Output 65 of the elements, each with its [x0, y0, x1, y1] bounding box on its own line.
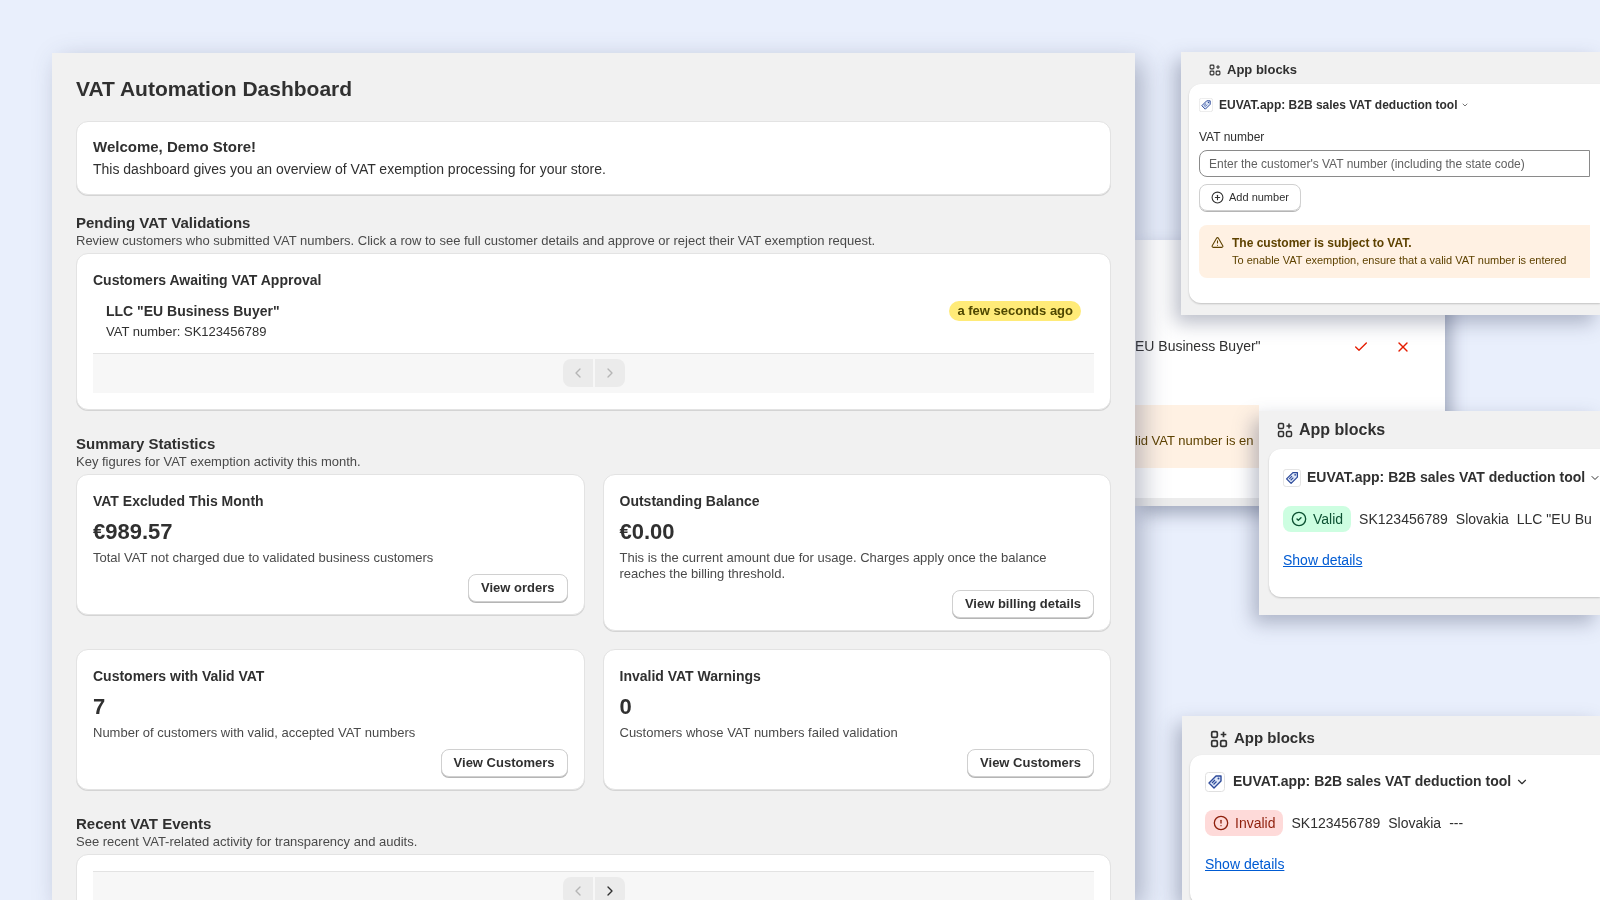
vat-detail-text: Slovakia [1455, 509, 1509, 529]
plus-icon [1211, 191, 1224, 204]
vat-detail-text: Slovakia [1388, 813, 1442, 833]
vat-number-field[interactable]: Enter the customer's VAT number (including the state code) [1199, 150, 1590, 177]
stat-action-button[interactable]: View Customers [967, 748, 1094, 777]
section-description: See recent VAT-related activity for transparency and audits. [76, 832, 419, 850]
stat-value: €0.00 [619, 517, 676, 546]
time-badge: a few seconds ago [949, 300, 1081, 321]
show-details-link[interactable]: Show details [1205, 854, 1285, 875]
section-title: Summary Statistics [76, 433, 217, 453]
check-circle-icon [1291, 511, 1307, 527]
tag-icon [1205, 771, 1225, 792]
stat-title: Outstanding Balance [619, 491, 761, 511]
stat-value: 0 [619, 692, 633, 721]
vat-detail-text: SK123456789 [1359, 509, 1448, 529]
warning-icon [1211, 236, 1224, 249]
warning-title: The customer is subject to VAT. [1232, 235, 1413, 252]
stat-action-button[interactable]: View orders [468, 573, 568, 602]
stat-description: Number of customers with valid, accepted VAT numbers [93, 724, 417, 741]
vat-number: VAT number: SK123456789 [106, 322, 268, 341]
stat-description: Customers whose VAT numbers failed validation [619, 724, 899, 741]
card-title: Customers Awaiting VAT Approval [93, 270, 323, 290]
stat-title: VAT Excluded This Month [93, 491, 265, 511]
show-details-link[interactable]: Show details [1283, 550, 1363, 571]
welcome-title: Welcome, Demo Store! [93, 137, 258, 157]
section-description: Key figures for VAT exemption activity this month. [76, 452, 362, 470]
stat-description: Total VAT not charged due to validated business customers [93, 549, 435, 566]
customer-name: EU Business Buyer" [1135, 337, 1262, 356]
warning-text: lid VAT number is en [1135, 431, 1254, 450]
stat-title: Customers with Valid VAT [93, 666, 266, 686]
section-description: Review customers who submitted VAT numbers. Click a row to see full customer details and approve or reject their VAT exemption request. [76, 231, 877, 249]
stat-action-button[interactable]: View billing details [951, 589, 1094, 618]
valid-status-badge: Valid [1283, 506, 1352, 532]
blocks-icon [1277, 422, 1293, 438]
panel-title: App blocks [1234, 728, 1315, 749]
add-number-button[interactable]: Add number [1199, 184, 1301, 211]
section-title: Pending VAT Validations [76, 212, 252, 232]
warning-text: To enable VAT exemption, ensure that a valid VAT number is entered [1232, 253, 1567, 268]
page-title: VAT Automation Dashboard [76, 76, 354, 101]
invalid-status-badge: Invalid [1205, 810, 1284, 836]
tag-icon [1283, 468, 1301, 487]
vat-detail-text: --- [1449, 813, 1464, 833]
alert-circle-icon [1213, 815, 1229, 831]
app-selector[interactable]: EUVAT.app: B2B sales VAT deduction tool [1233, 771, 1530, 792]
blocks-icon [1210, 729, 1228, 748]
field-label: VAT number [1199, 129, 1266, 146]
welcome-text: This dashboard gives you an overview of VAT exemption processing for your store. [93, 159, 607, 179]
chevron-down-icon [1461, 101, 1470, 109]
tag-icon [1199, 98, 1213, 112]
vat-detail-text: SK123456789 [1291, 813, 1381, 833]
panel-title: App blocks [1227, 61, 1298, 80]
blocks-icon [1209, 64, 1221, 76]
stat-value: 7 [93, 692, 107, 721]
stat-action-button[interactable]: View Customers [440, 748, 568, 777]
vat-detail-text: LLC "EU Bu [1516, 509, 1592, 529]
panel-title: App blocks [1299, 420, 1386, 440]
stat-value: €989.57 [93, 517, 174, 546]
customer-name: LLC "EU Business Buyer" [106, 301, 280, 321]
stat-title: Invalid VAT Warnings [619, 666, 762, 686]
next-page-button[interactable] [594, 877, 625, 900]
app-selector[interactable]: EUVAT.app: B2B sales VAT deduction tool [1219, 96, 1470, 114]
app-selector[interactable]: EUVAT.app: B2B sales VAT deduction tool [1307, 467, 1600, 488]
section-title: Recent VAT Events [76, 813, 213, 833]
customer-row[interactable]: LLC "EU Business Buyer" VAT number: SK123456789 a few seconds ago [93, 300, 1094, 353]
stat-description: This is the current amount due for usage. Charges apply once the balance reaches the billing threshold. [619, 549, 1048, 582]
